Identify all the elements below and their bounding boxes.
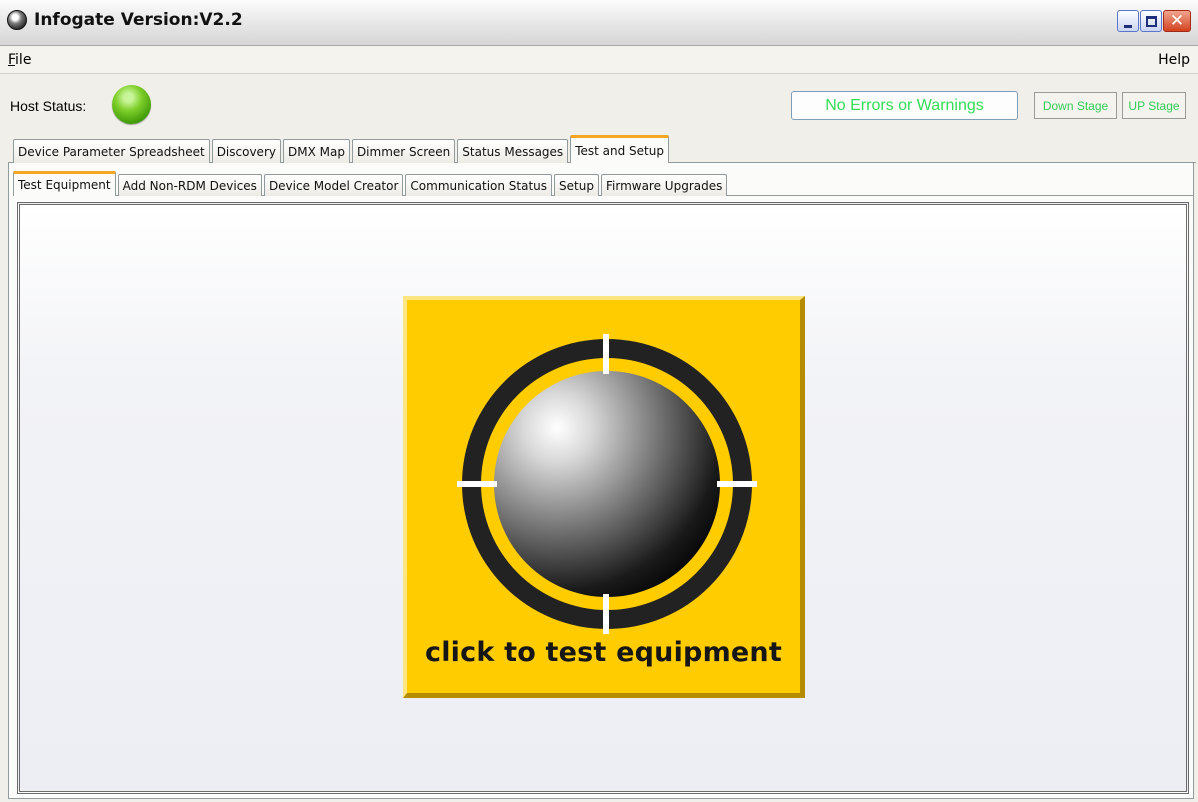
main-tab-bar: Device Parameter Spreadsheet Discovery D…	[13, 135, 671, 163]
status-message-box: No Errors or Warnings	[791, 91, 1018, 120]
subtab-test-equipment[interactable]: Test Equipment	[13, 171, 116, 196]
title-bar: Infogate Version:V2.2 ✕	[0, 0, 1198, 46]
sub-tab-bar: Test Equipment Add Non-RDM Devices Devic…	[13, 171, 729, 196]
subtab-communication-status[interactable]: Communication Status	[405, 174, 553, 196]
menu-bar: File Help	[0, 46, 1198, 74]
tab-dmx-map[interactable]: DMX Map	[282, 139, 350, 163]
app-icon	[7, 10, 27, 30]
menu-file[interactable]: File	[8, 52, 31, 68]
subtab-device-model-creator[interactable]: Device Model Creator	[263, 174, 404, 196]
subtab-add-non-rdm-devices[interactable]: Add Non-RDM Devices	[117, 174, 262, 196]
maximize-button[interactable]	[1140, 10, 1162, 32]
window-title: Infogate Version:V2.2	[34, 10, 243, 30]
host-status-indicator-icon	[112, 85, 151, 124]
subtab-firmware-upgrades[interactable]: Firmware Upgrades	[600, 174, 728, 196]
close-icon: ✕	[1169, 10, 1185, 31]
test-equipment-button[interactable]: click to test equipment	[403, 296, 805, 698]
tab-discovery[interactable]: Discovery	[211, 139, 281, 163]
test-equipment-caption: click to test equipment	[425, 637, 782, 668]
tab-device-parameter-spreadsheet[interactable]: Device Parameter Spreadsheet	[13, 139, 210, 163]
host-status-label: Host Status:	[10, 98, 87, 114]
tab-dimmer-screen[interactable]: Dimmer Screen	[351, 139, 456, 163]
menu-help[interactable]: Help	[1158, 52, 1190, 68]
close-button[interactable]: ✕	[1163, 10, 1191, 32]
tab-test-and-setup[interactable]: Test and Setup	[570, 135, 669, 163]
down-stage-button[interactable]: Down Stage	[1034, 92, 1117, 119]
subtab-setup[interactable]: Setup	[554, 174, 599, 196]
minimize-icon	[1124, 24, 1132, 28]
maximize-icon	[1145, 15, 1157, 27]
crosshair-sphere-icon	[457, 334, 757, 634]
minimize-button[interactable]	[1117, 10, 1139, 32]
tab-status-messages[interactable]: Status Messages	[457, 139, 569, 163]
up-stage-button[interactable]: UP Stage	[1122, 92, 1186, 119]
